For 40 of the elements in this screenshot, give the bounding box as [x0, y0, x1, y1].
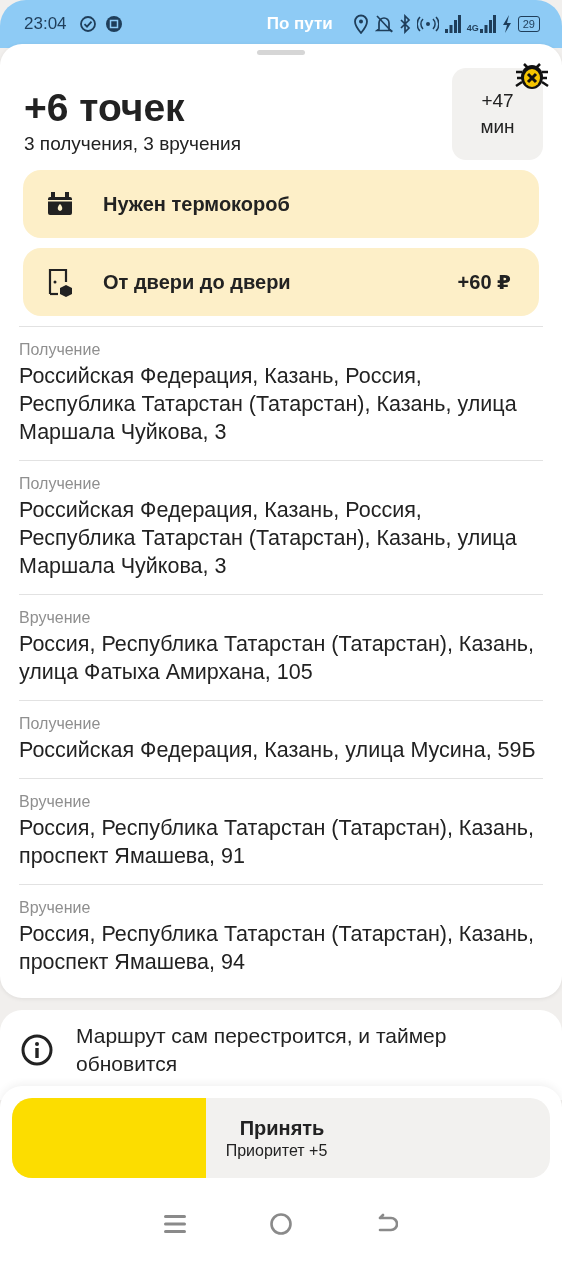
bluetooth-icon	[398, 14, 411, 34]
location-pin-icon	[352, 14, 369, 34]
info-message: Маршрут сам перестроится, и таймер обновится	[76, 1023, 448, 1077]
drag-handle[interactable]	[257, 50, 305, 55]
bell-off-icon	[374, 14, 393, 34]
accept-label: Принять	[238, 1116, 325, 1141]
point-address: Российская Федерация, Казань, Россия, Республика Татарстан (Татарстан), Казань, улица Маршала Чуйкова, 3	[19, 497, 518, 580]
order-title: +6 точек	[24, 86, 186, 130]
bonus-amount: +60 ₽	[457, 270, 511, 294]
point-address: Российская Федерация, Казань, Россия, Республика Татарстан (Татарстан), Казань, улица Маршала Чуйкова, 3	[19, 363, 518, 446]
signal-icon	[479, 15, 496, 33]
clock-time: 23:04	[24, 14, 67, 34]
menu-icon[interactable]	[163, 1214, 186, 1234]
priority-label: Приоритет +5	[225, 1141, 328, 1161]
app-icon	[104, 15, 123, 33]
point-type: Вручение	[19, 608, 92, 628]
battery-level: 29	[517, 16, 540, 32]
info-icon	[20, 1033, 54, 1067]
network-type: 4G	[466, 24, 479, 33]
order-subtitle: 3 получения, 3 вручения	[24, 132, 242, 156]
accept-slider[interactable]: Принять Приоритет +5	[12, 1098, 550, 1178]
point-address: Российская Федерация, Казань, улица Мусина, 59Б	[19, 737, 537, 764]
point-address: Россия, Республика Татарстан (Татарстан), Казань, проспект Ямашева, 91	[19, 815, 535, 870]
check-circle-icon	[78, 15, 97, 33]
point-type: Получение	[19, 714, 102, 734]
signal-icon	[444, 15, 461, 33]
point-type: Получение	[19, 340, 102, 360]
requirement-label: Нужен термокороб	[103, 192, 291, 216]
point-address: Россия, Республика Татарстан (Татарстан), Казань, улица Фатыха Амирхана, 105	[19, 631, 535, 686]
home-icon[interactable]	[269, 1212, 293, 1236]
point-type: Вручение	[19, 792, 92, 812]
point-address: Россия, Республика Татарстан (Татарстан), Казань, проспект Ямашева, 94	[19, 921, 535, 976]
lightning-icon	[501, 15, 512, 33]
hotspot-icon	[416, 16, 439, 32]
requirement-label: От двери до двери	[103, 270, 292, 294]
status-title: По пути	[266, 14, 333, 34]
point-type: Вручение	[19, 898, 92, 918]
point-type: Получение	[19, 474, 102, 494]
time-value: +47	[481, 89, 514, 113]
time-unit: мин	[480, 115, 515, 139]
